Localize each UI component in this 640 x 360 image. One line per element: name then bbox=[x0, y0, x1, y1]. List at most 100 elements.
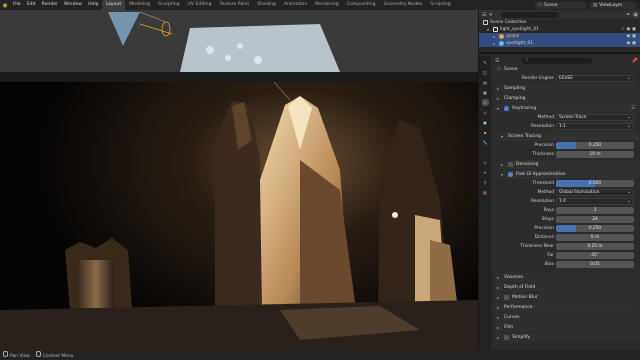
visibility-toggles[interactable]: ✓ ◉ ▣ bbox=[621, 27, 636, 32]
tab-compositing[interactable]: Compositing bbox=[343, 0, 380, 10]
menu-window[interactable]: Window bbox=[61, 0, 85, 10]
tab-layout[interactable]: Layout bbox=[101, 0, 126, 10]
outliner-row-global[interactable]: ▸ global ◉ ▣ bbox=[479, 33, 640, 40]
pin-icon[interactable]: 📌 bbox=[632, 58, 638, 64]
screen-precision-slider[interactable]: 0.250 bbox=[556, 142, 634, 149]
section-motion-blur[interactable]: ▸ Motion Blur bbox=[494, 293, 639, 302]
gi-thickness-near-field[interactable]: 0.25 m bbox=[556, 243, 634, 250]
outliner-search-input[interactable] bbox=[501, 11, 559, 18]
field-value: 24 bbox=[592, 217, 598, 222]
tab-rendering[interactable]: Rendering bbox=[311, 0, 342, 10]
field-value: 3 bbox=[593, 208, 597, 213]
constraints-tab-icon[interactable]: ⌖ bbox=[482, 169, 489, 176]
simplify-checkbox[interactable] bbox=[504, 335, 509, 340]
expand-arrow-icon[interactable]: ▸ bbox=[493, 34, 497, 39]
tab-uv-editing[interactable]: UV Editing bbox=[184, 0, 216, 10]
object-tab-icon[interactable]: ▪ bbox=[482, 129, 489, 136]
expand-arrow-icon[interactable]: ▸ bbox=[493, 41, 497, 46]
modifier-tab-icon[interactable]: 🔧 bbox=[482, 139, 489, 146]
section-denoising[interactable]: ▸ Denoising bbox=[498, 160, 639, 169]
gi-method-row: Method Global Illumination ⌄ bbox=[492, 188, 640, 197]
properties-search-input[interactable]: ⌕ bbox=[522, 57, 593, 64]
chevron-right-icon: ▸ bbox=[497, 275, 500, 280]
gi-precision-slider[interactable]: 0.250 bbox=[556, 225, 634, 232]
tab-animation[interactable]: Animation bbox=[280, 0, 311, 10]
gi-method-dropdown[interactable]: Global Illumination ⌄ bbox=[556, 189, 634, 196]
scene-tab-icon[interactable]: ⬡ bbox=[481, 99, 489, 106]
3d-viewport[interactable] bbox=[0, 10, 478, 350]
outliner-row-spotlight[interactable]: ▸ spotlight_01 ◉ ▣ bbox=[479, 40, 640, 47]
menu-file[interactable]: File bbox=[10, 0, 24, 10]
menu-edit[interactable]: Edit bbox=[24, 0, 39, 10]
render-engine-dropdown[interactable]: EEVEE ⌄ bbox=[556, 75, 634, 82]
gi-far-field[interactable]: 45° bbox=[556, 252, 634, 259]
visibility-toggles[interactable]: ◉ ▣ bbox=[626, 41, 636, 46]
chevron-down-icon: ▾ bbox=[501, 172, 504, 177]
gi-rays-field[interactable]: 3 bbox=[556, 207, 634, 214]
presets-icon[interactable]: ☰ bbox=[631, 106, 635, 111]
tab-shading[interactable]: Shading bbox=[253, 0, 280, 10]
view-layer-selector[interactable]: ▤ ViewLayer bbox=[590, 1, 636, 9]
visibility-toggles[interactable]: ◉ ▣ bbox=[626, 34, 636, 39]
view-layer-tab-icon[interactable]: ▦ bbox=[482, 89, 489, 96]
section-film[interactable]: ▸ Film bbox=[494, 323, 639, 332]
tool-tab-icon[interactable]: ✎ bbox=[482, 59, 489, 66]
expand-arrow-icon[interactable]: ▾ bbox=[487, 27, 491, 32]
field-value: 0.250 bbox=[588, 226, 602, 231]
particles-tab-icon[interactable]: ∴ bbox=[482, 149, 489, 156]
outliner-row-scene-collection[interactable]: Scene Collection bbox=[479, 19, 640, 26]
chevron-right-icon: ▸ bbox=[497, 86, 500, 91]
raytracing-resolution-dropdown[interactable]: 1:1 ⌄ bbox=[556, 123, 634, 130]
section-clamping[interactable]: ▸ Clamping bbox=[494, 94, 639, 103]
screen-thickness-field[interactable]: 10 m bbox=[556, 151, 634, 158]
raytracing-checkbox[interactable]: ✓ bbox=[504, 106, 509, 111]
tab-modeling[interactable]: Modeling bbox=[125, 0, 154, 10]
chevron-right-icon: ▸ bbox=[497, 295, 500, 300]
gi-bias-field[interactable]: 0.05 bbox=[556, 261, 634, 268]
render-tab-icon[interactable]: ◫ bbox=[482, 69, 489, 76]
filter-icon[interactable]: ▾ bbox=[489, 12, 492, 18]
scene-selector[interactable]: ⬡ Scene bbox=[535, 1, 587, 9]
new-collection-icon[interactable]: ▣ bbox=[633, 12, 638, 18]
funnel-icon[interactable]: ⏷ bbox=[626, 12, 630, 18]
section-simplify[interactable]: ▸ Simplify bbox=[494, 333, 639, 342]
section-screen-tracing[interactable]: ▾ Screen Tracing bbox=[498, 132, 639, 141]
motion-blur-checkbox[interactable] bbox=[504, 295, 509, 300]
section-depth-of-field[interactable]: ▸ Depth of Field bbox=[494, 283, 639, 292]
tab-sculpting[interactable]: Sculpting bbox=[154, 0, 183, 10]
section-label: Fast GI Approximation bbox=[516, 172, 566, 177]
physics-tab-icon[interactable]: ◎ bbox=[482, 159, 489, 166]
section-performance[interactable]: ▸ Performance bbox=[494, 303, 639, 312]
gi-distance-field[interactable]: 0 m bbox=[556, 234, 634, 241]
gi-threshold-slider[interactable]: 0.500 bbox=[556, 180, 634, 187]
tab-texture-paint[interactable]: Texture Paint bbox=[216, 0, 254, 10]
gi-steps-field[interactable]: 24 bbox=[556, 216, 634, 223]
properties-header: ☰ ⌕ 📌 bbox=[492, 56, 640, 65]
menu-help[interactable]: Help bbox=[85, 0, 101, 10]
section-curves[interactable]: ▸ Curves bbox=[494, 313, 639, 322]
properties-editor-icon[interactable]: ☰ bbox=[495, 58, 499, 64]
world-tab-icon[interactable]: ◍ bbox=[482, 109, 489, 116]
collection-tab-icon[interactable]: ▣ bbox=[482, 119, 489, 126]
section-label: Sampling bbox=[504, 86, 526, 91]
section-raytracing[interactable]: ▾ ✓ Raytracing ☰ bbox=[494, 104, 639, 113]
gi-bias-row: Bias 0.05 bbox=[492, 260, 640, 269]
output-tab-icon[interactable]: ▤ bbox=[482, 79, 489, 86]
tab-scripting[interactable]: Scripting bbox=[426, 0, 454, 10]
fast-gi-checkbox[interactable]: ✓ bbox=[508, 172, 513, 177]
denoising-checkbox[interactable] bbox=[508, 162, 513, 167]
menu-render[interactable]: Render bbox=[39, 0, 61, 10]
blender-logo-icon[interactable]: ◉ bbox=[0, 0, 10, 10]
section-sampling[interactable]: ▸ Sampling bbox=[494, 84, 639, 93]
section-volumes[interactable]: ▸ Volumes bbox=[494, 273, 639, 282]
outliner-row-collection[interactable]: ▾ light_spotlight_01 ✓ ◉ ▣ bbox=[479, 26, 640, 33]
breadcrumb-label: Scene bbox=[503, 67, 518, 72]
data-tab-icon[interactable]: ⚲ bbox=[482, 179, 489, 186]
tab-geometry-nodes[interactable]: Geometry Nodes bbox=[380, 0, 427, 10]
outliner-editor-icon[interactable]: ☰ bbox=[482, 12, 486, 18]
gi-resolution-dropdown[interactable]: 1:4 ⌄ bbox=[556, 198, 634, 205]
gi-rays-row: Rays 3 bbox=[492, 206, 640, 215]
texture-tab-icon[interactable]: ▩ bbox=[482, 189, 489, 196]
raytracing-method-dropdown[interactable]: Screen-Trace ⌄ bbox=[556, 114, 634, 121]
section-fast-gi[interactable]: ▾ ✓ Fast GI Approximation bbox=[498, 170, 639, 179]
